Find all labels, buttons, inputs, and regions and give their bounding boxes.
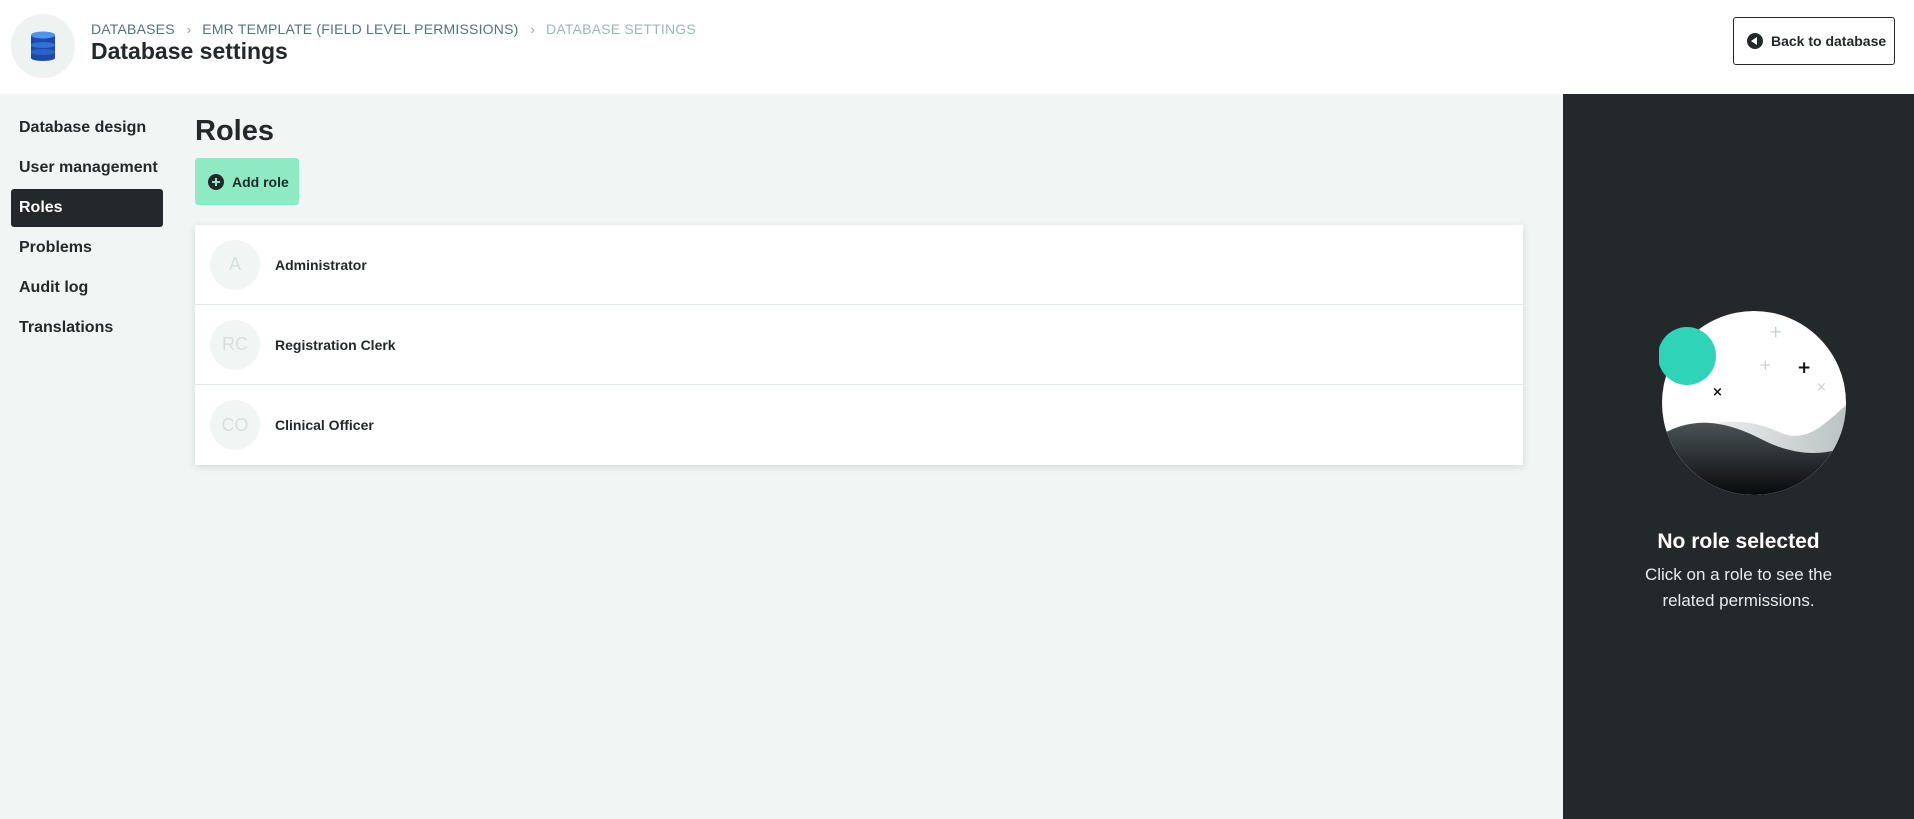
page-title: Database settings: [91, 38, 288, 64]
avatar: A: [210, 239, 260, 290]
database-icon: [11, 14, 75, 78]
role-detail-panel: + + + × × No role selected Click on a ro…: [1563, 94, 1914, 819]
empty-state-description: Click on a role to see the related permi…: [1644, 565, 1833, 610]
breadcrumb: DATABASES › EMR TEMPLATE (FIELD LEVEL PE…: [91, 21, 696, 37]
avatar: RC: [210, 319, 260, 370]
sidebar-item-translations[interactable]: Translations: [11, 309, 163, 347]
breadcrumb-databases-link[interactable]: DATABASES: [91, 21, 175, 37]
section-title: Roles: [195, 115, 274, 147]
arrow-left-circle-icon: [1747, 33, 1763, 49]
plus-circle-icon: [208, 173, 224, 190]
list-item[interactable]: RC Registration Clerk: [195, 305, 1523, 385]
role-name: Registration Clerk: [275, 336, 396, 353]
empty-state-title: No role selected: [1657, 530, 1820, 553]
sidebar-item-roles[interactable]: Roles: [11, 189, 163, 227]
back-to-database-button[interactable]: Back to database: [1733, 17, 1895, 65]
add-role-label: Add role: [232, 173, 289, 190]
avatar: CO: [210, 400, 260, 450]
back-button-label: Back to database: [1771, 33, 1887, 49]
page-header: DATABASES › EMR TEMPLATE (FIELD LEVEL PE…: [0, 0, 1914, 94]
svg-text:+: +: [1759, 356, 1772, 374]
sidebar-item-user-management[interactable]: User management: [11, 149, 163, 187]
svg-text:+: +: [1797, 358, 1811, 378]
breadcrumb-database-link[interactable]: EMR TEMPLATE (FIELD LEVEL PERMISSIONS): [202, 21, 518, 37]
chevron-right-icon: ›: [530, 21, 536, 37]
list-item[interactable]: CO Clinical Officer: [195, 385, 1523, 465]
svg-text:×: ×: [1712, 385, 1723, 400]
svg-text:+: +: [1769, 322, 1782, 341]
sidebar-item-database-design[interactable]: Database design: [11, 109, 163, 147]
add-role-button[interactable]: Add role: [195, 158, 299, 205]
chevron-right-icon: ›: [186, 21, 192, 37]
sidebar-item-problems[interactable]: Problems: [11, 229, 163, 267]
empty-state-illustration: + + + × ×: [1659, 311, 1846, 495]
role-list: A Administrator RC Registration Clerk CO…: [195, 225, 1523, 465]
list-item[interactable]: A Administrator: [195, 225, 1523, 305]
role-name: Clinical Officer: [275, 417, 374, 433]
settings-sidebar: Database design User management Roles Pr…: [11, 109, 163, 349]
sidebar-item-audit-log[interactable]: Audit log: [11, 269, 163, 307]
svg-text:×: ×: [1816, 380, 1827, 395]
breadcrumb-current: DATABASE SETTINGS: [546, 21, 696, 37]
role-name: Administrator: [275, 256, 367, 273]
